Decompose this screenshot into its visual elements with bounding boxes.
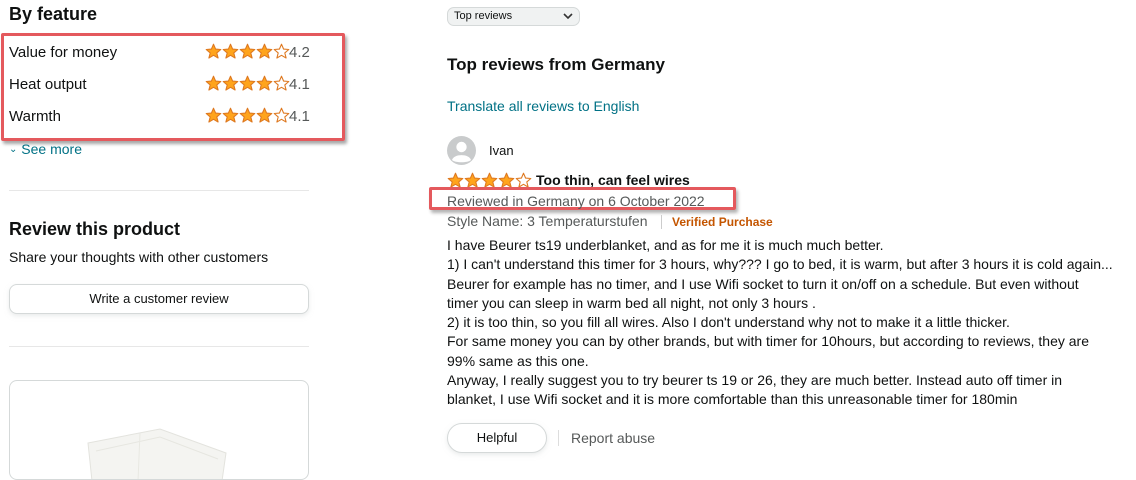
review-body-line: Anyway, I really suggest you to try beur… [447,372,1063,389]
user-avatar-icon [447,136,476,165]
review-body-line: I have Beurer ts19 underblanket, and as … [447,237,884,253]
write-review-button[interactable]: Write a customer review [9,284,309,314]
top-reviews-heading: Top reviews from Germany [447,55,665,74]
review-body-line: 1) I can't understand this timer for 3 h… [447,256,1113,273]
helpful-button[interactable]: Helpful [447,423,547,453]
by-feature-heading: By feature [9,4,98,24]
divider [9,346,309,347]
chevron-down-icon [563,13,573,20]
reviewer-name: Ivan [489,143,514,158]
chevron-down-icon: ⌄ [9,144,18,155]
separator [558,430,559,446]
review-body: I have Beurer ts19 underblanket, and as … [447,236,1136,410]
product-image [87,428,227,479]
review-body-line: timer you can sleep in warm bed all nigh… [447,294,816,311]
review-product-subtitle: Share your thoughts with other customers [9,249,269,265]
sort-dropdown[interactable]: Top reviews [447,7,580,26]
sort-selected-value: Top reviews [454,10,513,22]
separator [661,215,662,229]
review-product-heading: Review this product [9,219,181,239]
see-more-label: See more [21,141,82,155]
review-body-line: For same money you can by other brands, … [447,333,1089,350]
review-body-line: 99% same as this one. [447,352,589,369]
review-body-line: blanket, I use Wifi socket and it is mor… [447,391,1018,408]
review-body-line: Beurer for example has no timer, and I u… [447,275,1079,292]
verified-purchase-badge: Verified Purchase [672,215,773,229]
style-name-link[interactable]: Style Name: 3 Temperaturstufen [447,213,648,229]
product-image-card[interactable] [9,380,309,480]
review-title-link[interactable]: Too thin, can feel wires [536,172,690,188]
review-body-line: 2) it is too thin, so you fill all wires… [447,314,1010,331]
report-abuse-link[interactable]: Report abuse [571,430,655,446]
divider [9,190,309,191]
review-date: Reviewed in Germany on 6 October 2022 [447,193,705,209]
highlight-box-features [1,33,345,141]
see-more-link[interactable]: ⌄ See more [9,141,82,155]
translate-reviews-link[interactable]: Translate all reviews to English [447,98,639,114]
